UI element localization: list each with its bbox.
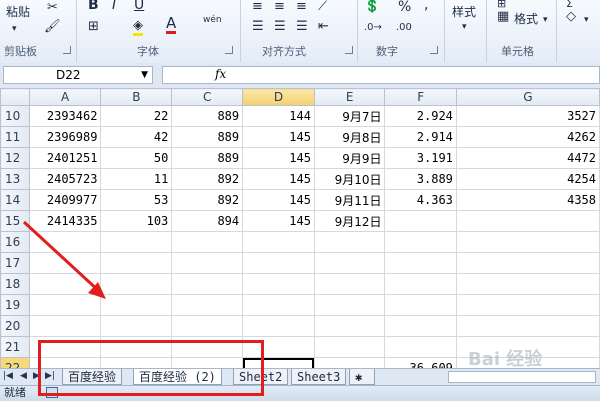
- annotation-highlight-box: [38, 340, 264, 396]
- watermark: Bai 经验: [468, 349, 543, 370]
